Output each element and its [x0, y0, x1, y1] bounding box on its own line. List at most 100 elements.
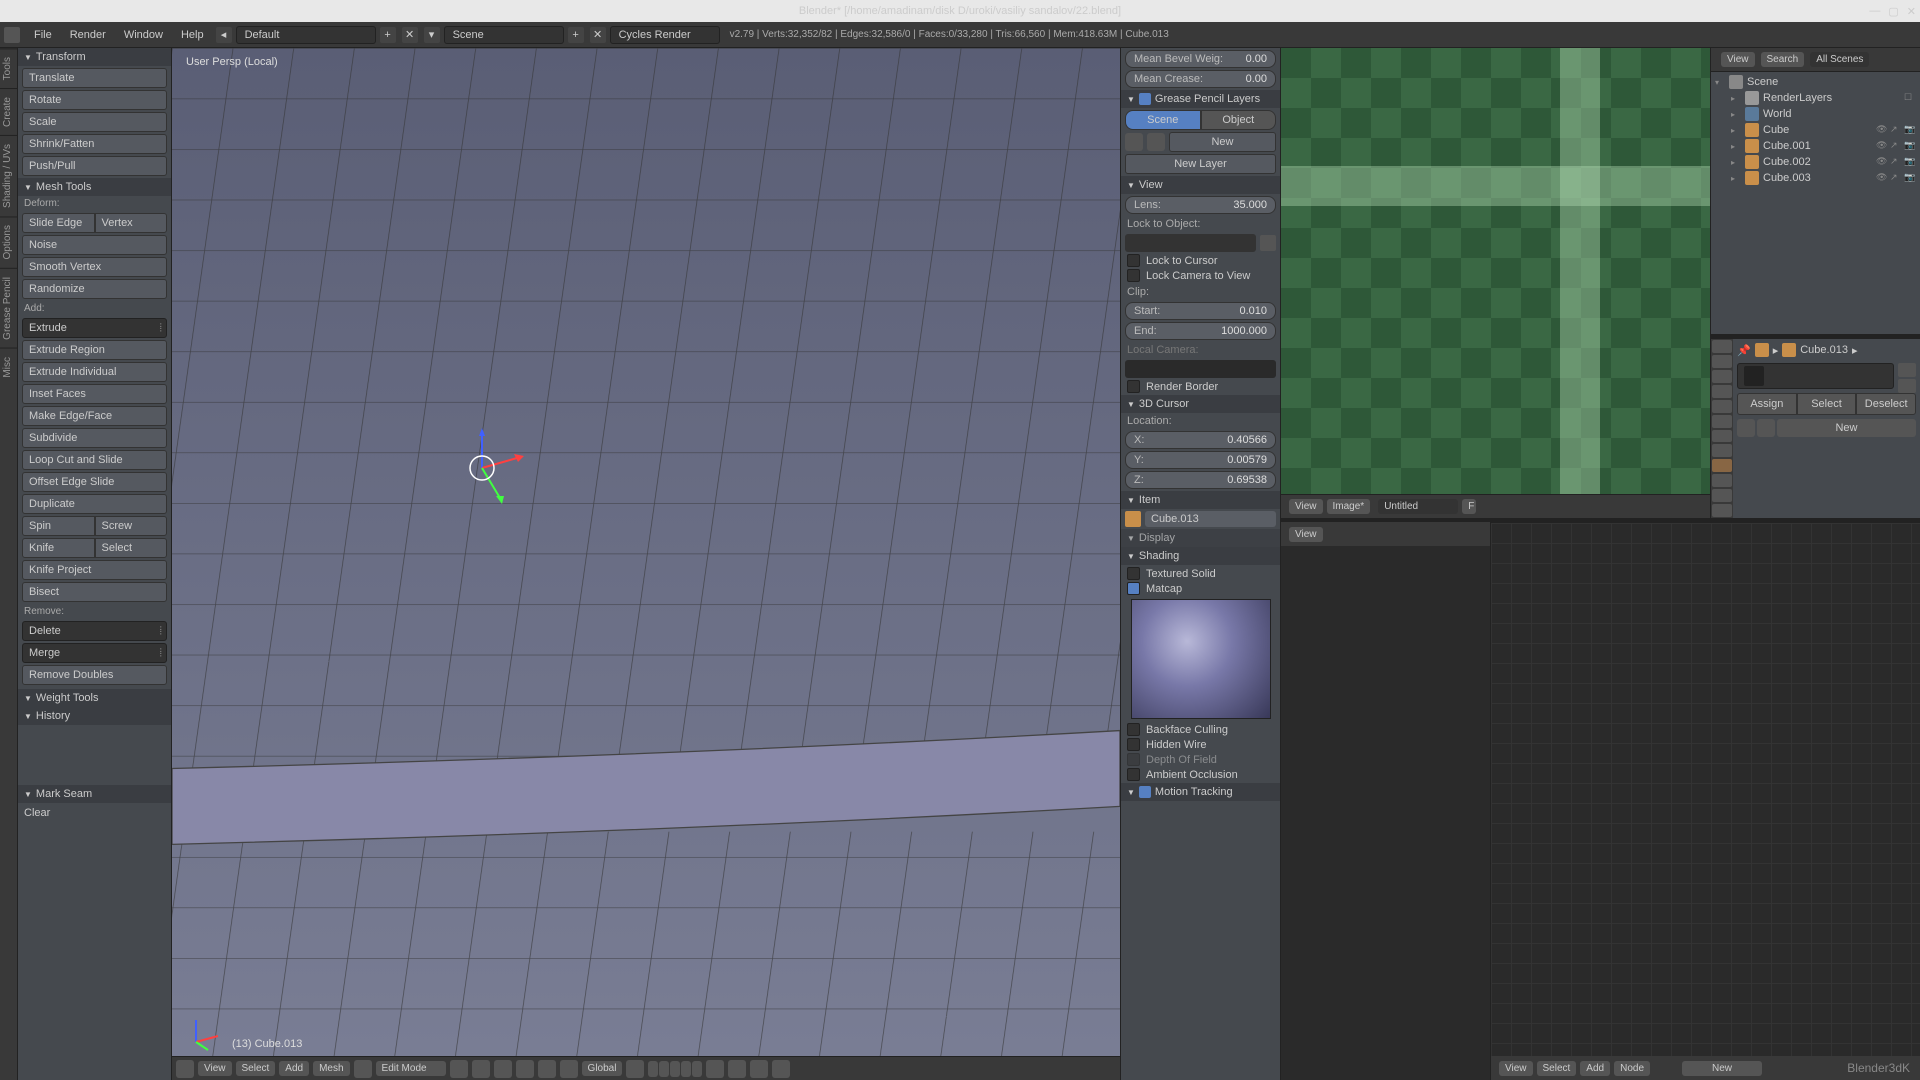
mode-icon[interactable]	[354, 1060, 372, 1078]
eye-icon[interactable]: 👁	[1876, 172, 1888, 184]
operator-panel-header[interactable]: Mark Seam	[18, 785, 171, 803]
node-add-menu[interactable]: Add	[1580, 1061, 1610, 1076]
uv-image-editor[interactable]: View Image* Untitled F	[1281, 48, 1710, 518]
node-editor[interactable]: View Select Add Node New Blen	[1491, 522, 1920, 1080]
prop-tab-object[interactable]	[1712, 400, 1732, 413]
motion-tracking-header[interactable]: Motion Tracking	[1121, 783, 1280, 801]
proportional-icon[interactable]	[750, 1060, 768, 1078]
prop-tab-material[interactable]	[1712, 459, 1732, 472]
add-scene-icon[interactable]: +	[568, 27, 584, 43]
outliner-tree[interactable]: ▾Scene ▸RenderLayers☐ ▸World ▸Cube👁↗📷 ▸C…	[1711, 72, 1920, 334]
layers-icon[interactable]	[626, 1060, 644, 1078]
prop-tab-renderlayers[interactable]	[1712, 355, 1732, 368]
subdivide-button[interactable]: Subdivide	[22, 428, 167, 448]
uv-image-menu[interactable]: Image*	[1327, 499, 1371, 514]
header-mesh[interactable]: Mesh	[313, 1061, 349, 1076]
prop-tab-data[interactable]	[1712, 444, 1732, 457]
remove-doubles-button[interactable]: Remove Doubles	[22, 665, 167, 685]
rotate-button[interactable]: Rotate	[22, 90, 167, 110]
manip-translate-icon[interactable]	[516, 1060, 534, 1078]
randomize-button[interactable]: Randomize	[22, 279, 167, 299]
gp-pencil-icon[interactable]	[1125, 133, 1143, 151]
snap-icon[interactable]	[706, 1060, 724, 1078]
render-icon[interactable]	[772, 1060, 790, 1078]
scale-button[interactable]: Scale	[22, 112, 167, 132]
spin-button[interactable]: Spin	[22, 516, 95, 536]
manipulator-icon[interactable]	[494, 1060, 512, 1078]
history-header[interactable]: History	[18, 707, 171, 725]
delete-scene-icon[interactable]: ✕	[590, 27, 606, 43]
maximize-icon[interactable]: ▢	[1888, 5, 1898, 18]
ao-checkbox[interactable]	[1127, 768, 1140, 781]
slide-edge-button[interactable]: Slide Edge	[22, 213, 95, 233]
select-button[interactable]: Select	[1797, 393, 1857, 415]
header-add[interactable]: Add	[279, 1061, 309, 1076]
cursor-y-field[interactable]: Y:0.00579	[1125, 451, 1276, 469]
outliner-node-renderlayers[interactable]: ▸RenderLayers☐	[1713, 90, 1918, 106]
tab-tools[interactable]: Tools	[0, 48, 17, 88]
layer-btn[interactable]	[659, 1061, 669, 1077]
uv-view-menu[interactable]: View	[1289, 499, 1323, 514]
3d-viewport[interactable]: User Persp (Local) (13) Cube.013 View Se…	[172, 48, 1120, 1080]
menu-render[interactable]: Render	[62, 27, 114, 43]
new-layer-button[interactable]: New Layer	[1125, 154, 1276, 174]
item-panel-header[interactable]: Item	[1121, 491, 1280, 509]
bisect-button[interactable]: Bisect	[22, 582, 167, 602]
layer-btn[interactable]	[692, 1061, 702, 1077]
material-slot[interactable]	[1737, 363, 1894, 389]
layer-btn[interactable]	[648, 1061, 658, 1077]
camera-icon[interactable]: 📷	[1904, 124, 1916, 136]
eyedropper-icon[interactable]	[1260, 235, 1276, 251]
image-name-field[interactable]: Untitled	[1378, 499, 1458, 514]
crease-field[interactable]: Mean Crease:0.00	[1125, 70, 1276, 88]
outliner-node-world[interactable]: ▸World	[1713, 106, 1918, 122]
offset-edge-button[interactable]: Offset Edge Slide	[22, 472, 167, 492]
extrude-individual-button[interactable]: Extrude Individual	[22, 362, 167, 382]
local-camera-field[interactable]	[1125, 360, 1276, 378]
tab-shading[interactable]: Shading / UVs	[0, 135, 17, 216]
slot-add-icon[interactable]	[1898, 363, 1916, 377]
gp-new-button[interactable]: New	[1169, 132, 1276, 152]
node-node-menu[interactable]: Node	[1614, 1061, 1650, 1076]
pin-icon[interactable]: 📌	[1737, 344, 1751, 357]
prop-tab-constraints[interactable]	[1712, 415, 1732, 428]
slide-vertex-button[interactable]: Vertex	[95, 213, 168, 233]
screen-layout-field[interactable]: Default	[236, 26, 376, 44]
lock-cursor-checkbox[interactable]	[1127, 254, 1140, 267]
scene-browse-icon[interactable]: ▾	[424, 27, 440, 43]
knife-button[interactable]: Knife	[22, 538, 95, 558]
prop-tab-particles[interactable]	[1712, 489, 1732, 502]
noise-button[interactable]: Noise	[22, 235, 167, 255]
menu-help[interactable]: Help	[173, 27, 212, 43]
backface-checkbox[interactable]	[1127, 723, 1140, 736]
knife-select-button[interactable]: Select	[95, 538, 168, 558]
fake-user-button[interactable]: F	[1462, 499, 1476, 514]
smooth-vertex-button[interactable]: Smooth Vertex	[22, 257, 167, 277]
delete-dropdown[interactable]: Delete	[22, 621, 167, 641]
header-select[interactable]: Select	[236, 1061, 276, 1076]
prop-tab-physics[interactable]	[1712, 504, 1732, 517]
blender-icon[interactable]	[4, 27, 20, 43]
view-panel-header[interactable]: View	[1121, 176, 1280, 194]
tab-options[interactable]: Options	[0, 216, 17, 267]
menu-window[interactable]: Window	[116, 27, 171, 43]
screw-button[interactable]: Screw	[95, 516, 168, 536]
back-icon[interactable]: ◂	[216, 27, 232, 43]
uv-editor-2[interactable]: View	[1281, 522, 1491, 1080]
shading-panel-header[interactable]: Shading	[1121, 547, 1280, 565]
outliner-node-cube001[interactable]: ▸Cube.001👁↗📷	[1713, 138, 1918, 154]
gp-object-tab[interactable]: Object	[1201, 110, 1277, 130]
prop-tab-scene[interactable]	[1712, 370, 1732, 383]
eye-icon[interactable]: 👁	[1876, 140, 1888, 152]
transform-manipulator[interactable]	[452, 428, 532, 511]
knife-project-button[interactable]: Knife Project	[22, 560, 167, 580]
snap-type-icon[interactable]	[728, 1060, 746, 1078]
camera-icon[interactable]: 📷	[1904, 140, 1916, 152]
node-view-menu[interactable]: View	[1499, 1061, 1533, 1076]
push-pull-button[interactable]: Push/Pull	[22, 156, 167, 176]
dof-checkbox[interactable]	[1127, 753, 1140, 766]
display-panel-header[interactable]: Display	[1121, 529, 1280, 547]
loop-cut-button[interactable]: Loop Cut and Slide	[22, 450, 167, 470]
layer-btn[interactable]	[681, 1061, 691, 1077]
extrude-dropdown[interactable]: Extrude	[22, 318, 167, 338]
